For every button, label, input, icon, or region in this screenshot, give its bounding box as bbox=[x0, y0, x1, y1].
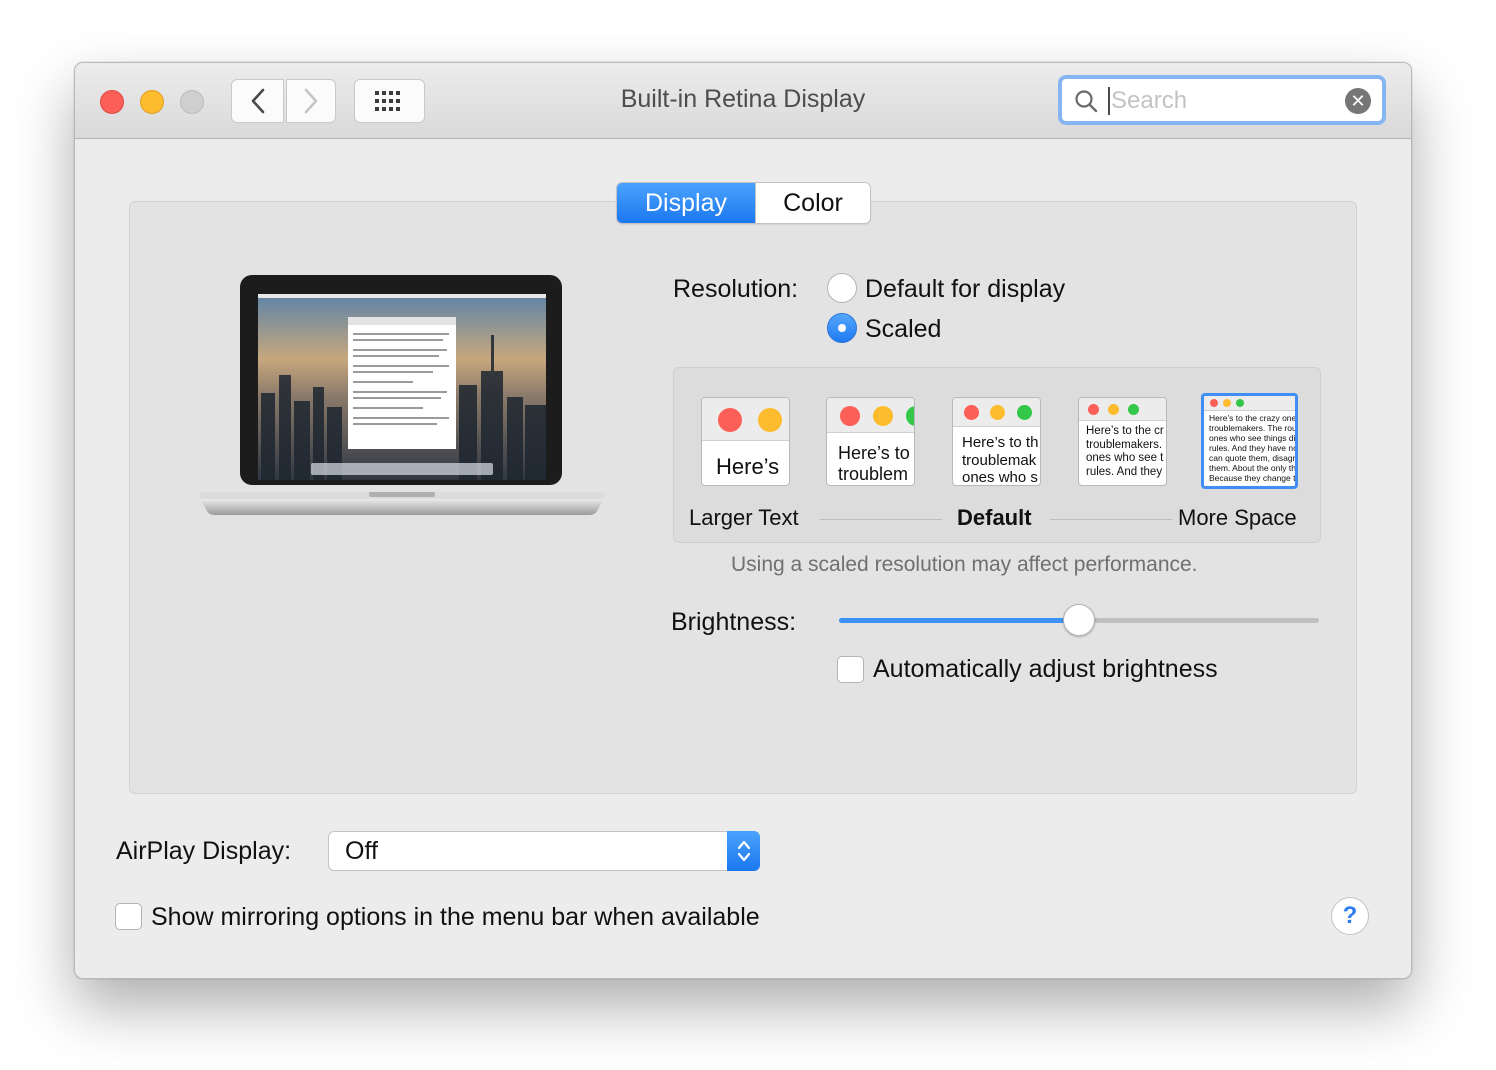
title-bar: Built-in Retina Display Search ✕ bbox=[75, 63, 1411, 139]
mirroring-checkbox[interactable] bbox=[115, 903, 142, 930]
scale-option-default[interactable]: Here’s to th troublemak ones who s bbox=[952, 397, 1041, 486]
search-icon bbox=[1075, 90, 1098, 113]
airplay-selected-value: Off bbox=[345, 837, 378, 865]
clear-search-icon[interactable]: ✕ bbox=[1345, 88, 1371, 114]
mirroring-label[interactable]: Show mirroring options in the menu bar w… bbox=[151, 903, 760, 932]
tab-color[interactable]: Color bbox=[755, 183, 870, 223]
brightness-slider[interactable] bbox=[839, 604, 1319, 636]
brightness-slider-fill bbox=[839, 618, 1079, 623]
thumbnail-text: Here’s to troublem bbox=[838, 443, 910, 485]
brightness-slider-knob[interactable] bbox=[1063, 604, 1095, 636]
scale-option-larger-text[interactable]: Here’s bbox=[701, 397, 790, 486]
radio-default-for-display-label[interactable]: Default for display bbox=[865, 275, 1065, 304]
brightness-label: Brightness: bbox=[671, 608, 797, 636]
scale-option-2[interactable]: Here’s to troublem bbox=[826, 397, 915, 486]
segmented-tabs: Display Color bbox=[616, 182, 871, 224]
laptop-illustration bbox=[199, 275, 605, 515]
preferences-window: Built-in Retina Display Search ✕ Display… bbox=[74, 62, 1412, 979]
thumbnail-text: Here’s to the crazy one troublemakers. T… bbox=[1209, 413, 1298, 484]
radio-default-for-display[interactable] bbox=[827, 273, 857, 303]
airplay-display-select[interactable]: Off bbox=[328, 831, 760, 871]
radio-scaled-label[interactable]: Scaled bbox=[865, 315, 941, 344]
airplay-label: AirPlay Display: bbox=[116, 837, 292, 865]
scale-divider bbox=[1050, 519, 1172, 520]
scale-label-more-space: More Space bbox=[1178, 505, 1297, 530]
scale-divider bbox=[820, 519, 942, 520]
scale-option-4[interactable]: Here’s to the cr troublemakers. ones who… bbox=[1078, 397, 1167, 486]
auto-brightness-checkbox[interactable] bbox=[837, 656, 864, 683]
scaled-resolution-panel: Here’s Here’s to troublem Here’s to th t… bbox=[673, 367, 1321, 543]
resolution-label: Resolution: bbox=[673, 275, 799, 303]
search-field[interactable]: Search ✕ bbox=[1058, 75, 1386, 125]
thumbnail-text: Here’s to the cr troublemakers. ones who… bbox=[1086, 425, 1164, 478]
scale-label-default: Default bbox=[957, 505, 1032, 530]
help-button[interactable]: ? bbox=[1331, 897, 1369, 935]
search-input[interactable]: Search bbox=[1108, 87, 1187, 115]
auto-brightness-label[interactable]: Automatically adjust brightness bbox=[873, 655, 1218, 684]
thumbnail-text: Here’s to th troublemak ones who s bbox=[962, 434, 1039, 486]
radio-scaled[interactable] bbox=[827, 313, 857, 343]
performance-note: Using a scaled resolution may affect per… bbox=[731, 553, 1198, 576]
scale-label-larger-text: Larger Text bbox=[689, 505, 799, 530]
scale-option-more-space[interactable]: Here’s to the crazy one troublemakers. T… bbox=[1201, 393, 1298, 489]
tab-display[interactable]: Display bbox=[617, 183, 755, 223]
updown-arrows-icon bbox=[727, 831, 760, 871]
thumbnail-text: Here’s bbox=[716, 454, 780, 479]
